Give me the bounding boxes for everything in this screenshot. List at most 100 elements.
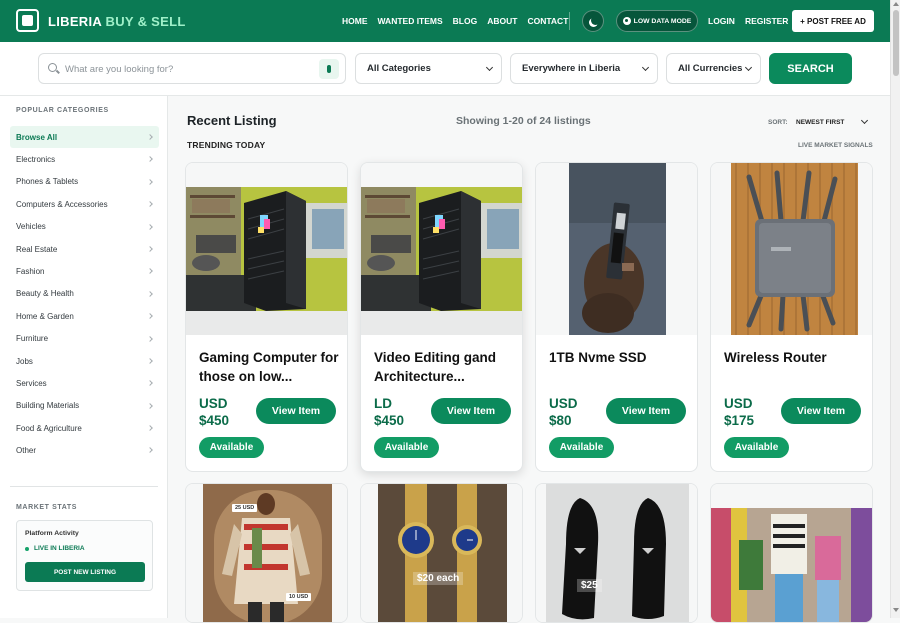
sidebar-item-label: Services — [16, 378, 47, 388]
nav-about[interactable]: ABOUT — [487, 16, 517, 26]
search-box — [38, 53, 346, 84]
sidebar-item-real-estate[interactable]: Real Estate — [10, 238, 159, 260]
trending-heading: TRENDING TODAY — [187, 140, 266, 150]
view-item-button[interactable]: View Item — [256, 398, 336, 424]
photo-price-tag: $25 — [577, 579, 602, 592]
listing-card[interactable]: $20 each — [360, 483, 523, 623]
listing-card[interactable]: Gaming Computer for those on low... USD … — [185, 162, 348, 472]
sidebar-item-jobs[interactable]: Jobs — [10, 350, 159, 372]
category-select-value: All Categories — [367, 63, 431, 74]
currency-select-value: All Currencies — [678, 63, 743, 74]
chevron-down-icon[interactable] — [860, 116, 869, 125]
sidebar-item-food-agriculture[interactable]: Food & Agriculture — [10, 417, 159, 439]
listing-card[interactable]: $25 — [535, 483, 698, 623]
listing-photo-wireless-router[interactable] — [711, 163, 872, 335]
sidebar-item-beauty-health[interactable]: Beauty & Health — [10, 283, 159, 305]
listing-photo-clothing-rack[interactable] — [711, 484, 872, 622]
sidebar-item-fashion[interactable]: Fashion — [10, 260, 159, 282]
scroll-down-arrow-icon[interactable] — [893, 608, 899, 612]
main-nav: HOME WANTED ITEMS BLOG ABOUT CONTACT — [342, 16, 578, 26]
sidebar-item-phones-tablets[interactable]: Phones & Tablets — [10, 171, 159, 193]
view-item-button[interactable]: View Item — [431, 398, 511, 424]
sidebar-item-electronics[interactable]: Electronics — [10, 148, 159, 170]
sidebar-item-label: Computers & Accessories — [16, 199, 108, 209]
location-select-value: Everywhere in Liberia — [522, 63, 621, 74]
category-select[interactable]: All Categories — [355, 53, 502, 84]
listing-card[interactable]: 1TB Nvme SSD USD $80 View Item Available — [535, 162, 698, 472]
post-new-listing-button[interactable]: POST NEW LISTING — [25, 562, 145, 582]
category-list: Browse All Electronics Phones & Tablets … — [10, 126, 159, 462]
live-market-signals-link[interactable]: LIVE MARKET SIGNALS — [798, 142, 873, 149]
listing-card[interactable] — [710, 483, 873, 623]
low-data-mode-button[interactable]: LOW DATA MODE — [616, 10, 698, 32]
logo-icon[interactable] — [16, 9, 39, 32]
sidebar-item-browse-all[interactable]: Browse All — [10, 126, 159, 149]
nav-wanted-items[interactable]: WANTED ITEMS — [378, 16, 443, 26]
listing-price: USD $450 — [199, 395, 229, 429]
listing-currency: LD — [374, 396, 392, 411]
location-select[interactable]: Everywhere in Liberia — [510, 53, 658, 84]
listing-photo-nvme-ssd[interactable] — [536, 163, 697, 335]
microphone-icon[interactable] — [319, 59, 339, 79]
sidebar-item-vehicles[interactable]: Vehicles — [10, 216, 159, 238]
nav-blog[interactable]: BLOG — [453, 16, 478, 26]
listing-count: Showing 1-20 of 24 listings — [456, 115, 591, 127]
listing-card[interactable]: Wireless Router USD $175 View Item Avail… — [710, 162, 873, 472]
view-item-button[interactable]: View Item — [606, 398, 686, 424]
nav-home[interactable]: HOME — [342, 16, 368, 26]
chevron-right-icon — [147, 447, 153, 454]
page-scrollbar[interactable] — [890, 0, 900, 618]
listing-price: USD $80 — [549, 395, 578, 429]
chevron-down-icon — [485, 63, 494, 72]
page-title: Recent Listing — [187, 113, 277, 128]
brand-name[interactable]: LIBERIA BUY & SELL — [48, 14, 186, 29]
listing-photo-video-editing-pc[interactable] — [361, 163, 522, 335]
sidebar: POPULAR CATEGORIES Browse All Electronic… — [0, 96, 168, 618]
currency-select[interactable]: All Currencies — [666, 53, 761, 84]
chevron-right-icon — [147, 313, 153, 319]
popular-categories-title: POPULAR CATEGORIES — [16, 107, 109, 114]
sidebar-item-label: Real Estate — [16, 244, 58, 254]
listing-photo-gaming-pc[interactable] — [186, 163, 347, 335]
sidebar-item-label: Beauty & Health — [16, 289, 74, 299]
listing-title[interactable]: Wireless Router — [724, 348, 869, 367]
status-badge: Available — [199, 437, 264, 458]
listing-price: USD $175 — [724, 395, 754, 429]
sidebar-item-furniture[interactable]: Furniture — [10, 328, 159, 350]
listing-card[interactable]: 25 USD 10 USD — [185, 483, 348, 623]
sort-select[interactable]: NEWEST FIRST — [796, 119, 844, 126]
listing-title[interactable]: Gaming Computer for those on low... — [199, 348, 344, 386]
login-link[interactable]: LOGIN — [708, 16, 735, 26]
listing-photo-loafers[interactable]: $25 — [536, 484, 697, 622]
nav-contact[interactable]: CONTACT — [527, 16, 568, 26]
listing-amount: $450 — [374, 413, 405, 428]
listing-title[interactable]: Video Editing gand Architecture... — [374, 348, 519, 386]
sidebar-item-computers[interactable]: Computers & Accessories — [10, 193, 159, 215]
nav-divider — [569, 12, 570, 30]
sidebar-item-services[interactable]: Services — [10, 372, 159, 394]
listing-card[interactable]: Video Editing gand Architecture... LD $4… — [360, 162, 523, 472]
scroll-up-arrow-icon[interactable] — [893, 2, 899, 6]
view-item-button[interactable]: View Item — [781, 398, 861, 424]
sidebar-divider — [10, 486, 158, 487]
post-free-ad-button[interactable]: + POST FREE AD — [792, 10, 874, 32]
listing-amount: $175 — [724, 413, 755, 428]
listing-photo-watches[interactable]: $20 each — [361, 484, 522, 622]
sort-label: SORT: — [768, 119, 788, 126]
search-button[interactable]: SEARCH — [769, 53, 852, 84]
dark-mode-toggle[interactable] — [582, 10, 604, 32]
chevron-down-icon — [744, 63, 753, 72]
photo-price-tag: 10 USD — [286, 593, 312, 601]
listing-photo-shirt[interactable]: 25 USD 10 USD — [186, 484, 347, 622]
register-link[interactable]: REGISTER — [745, 16, 788, 26]
listing-title[interactable]: 1TB Nvme SSD — [549, 348, 694, 367]
sidebar-item-other[interactable]: Other — [10, 439, 159, 461]
sidebar-item-building-materials[interactable]: Building Materials — [10, 395, 159, 417]
sidebar-item-label: Fashion — [16, 267, 45, 277]
top-navbar: LIBERIA BUY & SELL HOME WANTED ITEMS BLO… — [0, 0, 890, 42]
sidebar-item-home-garden[interactable]: Home & Garden — [10, 305, 159, 327]
search-input[interactable] — [65, 62, 315, 76]
scrollbar-thumb[interactable] — [893, 10, 899, 76]
sidebar-item-label: Vehicles — [16, 222, 46, 232]
search-icon — [48, 63, 57, 72]
